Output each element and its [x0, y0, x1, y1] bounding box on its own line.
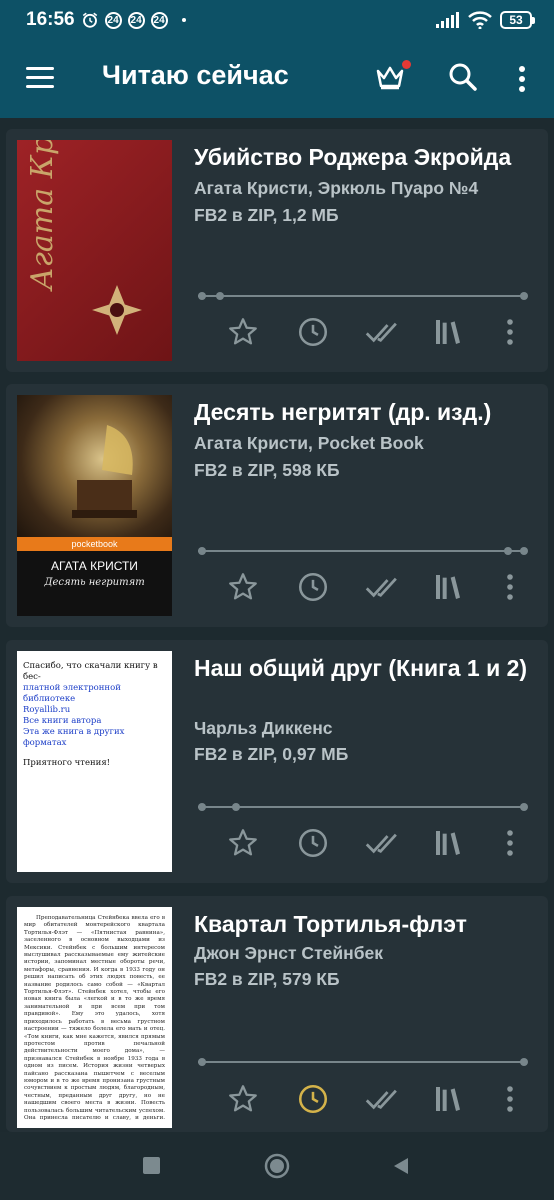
crown-icon[interactable]	[374, 62, 406, 94]
more-notifications-dot	[181, 18, 186, 22]
book-cover[interactable]: Агата Кристи	[17, 140, 172, 361]
cover-text-line: Спасибо, что скачали книгу в бес-	[23, 661, 158, 682]
book-title[interactable]: Наш общий друг (Книга 1 и 2)	[194, 652, 534, 684]
book-format-size: FB2 в ZIP, 598 КБ	[194, 460, 340, 480]
book-title[interactable]: Убийство Роджера Экройда	[194, 141, 534, 173]
library-books-icon[interactable]	[432, 826, 468, 862]
signal-icon	[436, 12, 460, 28]
page-title: Читаю сейчас	[102, 60, 289, 90]
clock-icon[interactable]	[296, 1082, 332, 1118]
cover-ornament-icon	[92, 285, 142, 335]
cover-text-line: Эта же книга в других форматах	[23, 727, 125, 748]
book-cover[interactable]: pocketbook АГАТА КРИСТИ Десять негритят	[17, 395, 172, 616]
star-icon[interactable]	[226, 1082, 262, 1118]
book-author: Агата Кристи, Эркюль Пуаро №4	[194, 178, 479, 198]
more-vert-icon[interactable]	[500, 315, 536, 351]
alarm-icon	[81, 11, 99, 29]
notification-badge-icon: 24	[127, 11, 145, 29]
app-bar: Читаю сейчас	[0, 40, 554, 118]
library-books-icon[interactable]	[432, 315, 468, 351]
done-all-icon[interactable]	[364, 570, 400, 606]
book-actions	[226, 315, 536, 351]
book-format-size: FB2 в ZIP, 0,97 МБ	[194, 744, 349, 764]
book-title[interactable]: Десять негритят (др. изд.)	[194, 396, 534, 428]
book-cover[interactable]: Спасибо, что скачали книгу в бес- платно…	[17, 651, 172, 872]
book-author: Джон Эрнст Стейнбек	[194, 943, 384, 963]
book-format-size: FB2 в ZIP, 1,2 МБ	[194, 205, 339, 225]
reading-progress-bar[interactable]	[198, 292, 528, 300]
book-card[interactable]: Агата Кристи Убийство Роджера Экройда Аг…	[6, 129, 548, 372]
system-nav-bar	[0, 1132, 554, 1200]
back-icon[interactable]	[391, 1156, 411, 1176]
reading-progress-bar[interactable]	[198, 1058, 528, 1066]
notification-badge-icon: 24	[150, 11, 168, 29]
cover-author-text: АГАТА КРИСТИ	[51, 559, 138, 573]
more-vert-icon[interactable]	[512, 64, 532, 94]
book-card[interactable]: Спасибо, что скачали книгу в бес- платно…	[6, 640, 548, 883]
book-card[interactable]: pocketbook АГАТА КРИСТИ Десять негритят …	[6, 384, 548, 627]
clock-icon[interactable]	[296, 570, 332, 606]
book-actions	[226, 826, 536, 862]
series-banner: pocketbook	[17, 537, 172, 551]
library-books-icon[interactable]	[432, 570, 468, 606]
star-icon[interactable]	[226, 826, 262, 862]
recents-icon[interactable]	[143, 1157, 160, 1174]
cover-excerpt: Преподавательница Стейнбека ввела его в …	[24, 915, 165, 1120]
cover-title-text: Десять негритят	[44, 577, 145, 588]
home-icon[interactable]	[264, 1153, 290, 1179]
reading-progress-bar[interactable]	[198, 547, 528, 555]
book-cover[interactable]: Преподавательница Стейнбека ввела его в …	[17, 907, 172, 1128]
cover-author-text: Агата Кристи	[25, 140, 60, 290]
more-vert-icon[interactable]	[500, 570, 536, 606]
book-actions	[226, 1082, 536, 1118]
cover-text-line: Приятного чтения!	[23, 758, 111, 768]
premium-notification-dot	[402, 60, 411, 69]
clock-icon[interactable]	[296, 826, 332, 862]
star-icon[interactable]	[226, 315, 262, 351]
book-format-size: FB2 в ZIP, 579 КБ	[194, 969, 340, 989]
book-card[interactable]: Преподавательница Стейнбека ввела его в …	[6, 896, 548, 1132]
book-author: Чарльз Диккенс	[194, 718, 333, 738]
gramophone-icon	[72, 425, 137, 518]
more-vert-icon[interactable]	[500, 1082, 536, 1118]
done-all-icon[interactable]	[364, 315, 400, 351]
wifi-icon	[468, 11, 492, 29]
battery-icon: 53	[500, 11, 535, 29]
cover-text-line: Все книги автора	[23, 716, 102, 726]
cover-text-line: платной электронной библиотеке	[23, 683, 121, 704]
clock: 16:56	[26, 9, 75, 30]
menu-icon[interactable]	[26, 67, 54, 89]
library-books-icon[interactable]	[432, 1082, 468, 1118]
more-vert-icon[interactable]	[500, 826, 536, 862]
reading-progress-bar[interactable]	[198, 803, 528, 811]
search-icon[interactable]	[448, 62, 478, 92]
notification-badge-icon: 24	[104, 11, 122, 29]
star-icon[interactable]	[226, 570, 262, 606]
done-all-icon[interactable]	[364, 1082, 400, 1118]
status-right: 53	[436, 11, 535, 29]
status-bar: 16:56 24 24 24 53	[0, 0, 554, 40]
book-actions	[226, 570, 536, 606]
book-author: Агата Кристи, Pocket Book	[194, 433, 424, 453]
cover-text-line: Royallib.ru	[23, 705, 71, 715]
done-all-icon[interactable]	[364, 826, 400, 862]
book-title[interactable]: Квартал Тортилья-флэт	[194, 908, 534, 940]
status-left: 16:56 24 24 24	[26, 9, 186, 31]
clock-icon[interactable]	[296, 315, 332, 351]
